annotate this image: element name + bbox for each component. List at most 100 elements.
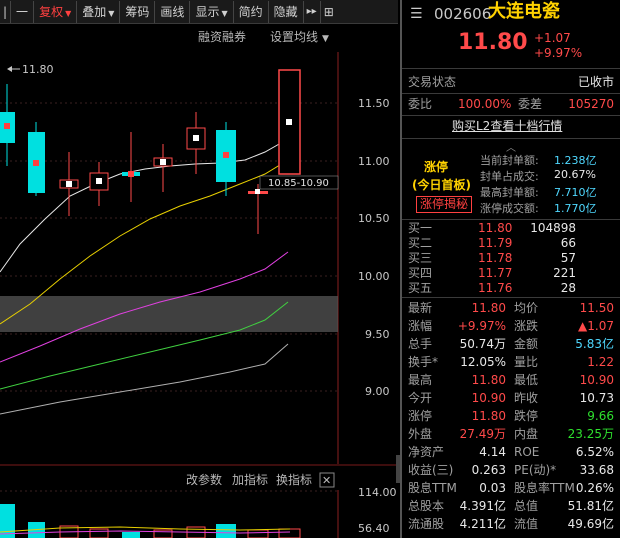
simple-button[interactable]: 简约	[234, 0, 269, 23]
stat-row: 最新 11.80 均价 11.50	[402, 300, 620, 317]
stat-label: 最低	[514, 373, 539, 387]
candle-marker	[223, 152, 229, 158]
stat-value: 11.80	[471, 301, 506, 315]
stat-label: 收益(三)	[408, 463, 454, 477]
price-change-pct: +9.97%	[534, 46, 583, 60]
limit-up-block: 涨停 (今日首板) 涨停揭秘 当前封单额: 1.238亿 封单占成交: 20.67%…	[402, 150, 620, 218]
add-indicator-link[interactable]: 加指标	[232, 472, 268, 487]
price-axis-labels: 11.50 11.00 10.50 10.00 9.50 9.00	[358, 97, 390, 398]
stat-label: 涨停	[408, 409, 433, 423]
switch-indicator-link[interactable]: 换指标	[276, 472, 312, 487]
adjust-right-button[interactable]: 复权 ▼	[34, 0, 78, 23]
stat-row: 涨幅 +9.97% 涨跌 ▲1.07	[402, 318, 620, 335]
stat-row: 最高 11.80 最低 10.90	[402, 372, 620, 389]
bid-label: 买五	[408, 281, 433, 295]
order-ratio-value: 100.00%	[458, 97, 512, 111]
stat-label: 涨跌	[514, 319, 539, 333]
stat-value: ▲1.07	[578, 319, 614, 333]
change-params-link[interactable]: 改参数	[186, 472, 222, 487]
stat-label: 流值	[514, 517, 539, 531]
close-icon[interactable]: ✕	[322, 474, 331, 487]
price-zone-band	[0, 296, 338, 332]
stat-row: 换手* 12.05% 量比 1.22	[402, 354, 620, 371]
last-price: 11.80	[458, 30, 528, 55]
limit-stat-value: 1.770亿	[554, 202, 597, 215]
price-range-tag: 10.85-10.90	[259, 175, 339, 190]
order-ratio-row: 委比 100.00% 委差 105270	[402, 96, 620, 113]
stat-label: 内盘	[514, 427, 539, 441]
trade-status-row: 交易状态 已收市	[402, 74, 620, 91]
display-label: 显示	[195, 4, 220, 19]
price-tick: 10.50	[358, 212, 390, 225]
bid-row: 买五 11.76 28	[402, 280, 620, 297]
stat-value: 1.22	[587, 355, 614, 369]
window-button[interactable]: ⊞	[321, 1, 337, 23]
limit-up-reveal-button[interactable]: 涨停揭秘	[416, 196, 473, 213]
stat-value: 0.03	[479, 481, 506, 495]
candle-marker	[255, 189, 260, 194]
stat-value: 50.74万	[459, 337, 506, 351]
menu-icon[interactable]: ☰	[410, 6, 423, 23]
bid-book: 买一 11.80 104898 买二 11.79 66 买三 11.78 57 买四 11.7…	[402, 220, 620, 296]
stat-label: 股息TTM	[408, 481, 457, 495]
expand-right-button[interactable]: ▸▸	[304, 0, 321, 23]
limit-stat-label: 当前封单额:	[480, 154, 539, 167]
stock-code: 002606	[434, 5, 492, 23]
candles	[0, 69, 301, 234]
adjust-right-label: 复权	[39, 4, 64, 19]
kline-chart[interactable]: 融资融券 设置均线 ▼ 11.80 10.85-10.90 11.50 11.0…	[0, 24, 398, 538]
stat-label: 金额	[514, 337, 539, 351]
ma-settings-link[interactable]: 设置均线	[270, 30, 318, 44]
stat-value: +9.97%	[457, 319, 506, 333]
stock-header: ☰ 002606 大连电瓷	[402, 3, 620, 28]
chips-button[interactable]: 筹码	[120, 0, 156, 23]
stat-label: 净资产	[408, 445, 445, 459]
candle-marker	[286, 119, 292, 125]
stat-label: 昨收	[514, 391, 539, 405]
collapse-button[interactable]: 一	[11, 0, 35, 23]
limit-stat-value: 20.67%	[554, 168, 596, 181]
margin-trading-link[interactable]: 融资融券	[198, 29, 246, 44]
stat-label: 均价	[514, 301, 539, 315]
order-diff-label: 委差	[518, 97, 543, 111]
hide-button[interactable]: 隐藏	[269, 0, 304, 23]
overlay-label: 叠加	[82, 4, 107, 19]
stat-value: 49.69亿	[567, 517, 614, 531]
stat-label: 量比	[514, 355, 539, 369]
draw-line-button[interactable]: 画线	[155, 0, 191, 23]
stat-value: 10.90	[471, 391, 506, 405]
stat-value: 4.211亿	[459, 517, 506, 531]
stat-value: 9.66	[587, 409, 614, 423]
stat-label: 换手*	[408, 355, 439, 369]
high-price-marker: 11.80	[7, 63, 54, 76]
stat-label: 股息率TTM	[514, 481, 575, 495]
quote-panel: ☰ 002606 大连电瓷 11.80 +1.07 +9.97% 交易状态 已收…	[400, 0, 620, 538]
price-tick: 9.00	[365, 385, 390, 398]
stat-label: 今开	[408, 391, 433, 405]
limit-stat-value: 7.710亿	[554, 186, 597, 199]
toolbar-divider: |	[0, 0, 12, 23]
limit-stat-label: 最高封单额:	[480, 186, 539, 199]
bid-price: 11.76	[478, 281, 513, 295]
stat-value: 0.26%	[575, 481, 614, 495]
l2-purchase-link[interactable]: 购买L2查看十档行情	[452, 118, 562, 135]
chevron-down-icon[interactable]: ▼	[322, 34, 329, 44]
overlay-button[interactable]: 叠加 ▼	[77, 0, 121, 23]
stat-label: 总股本	[408, 499, 445, 513]
stat-label: 跌停	[514, 409, 539, 423]
candle-marker	[33, 160, 39, 166]
stat-value: 4.14	[479, 445, 506, 459]
display-button[interactable]: 显示 ▼	[190, 0, 234, 23]
chevron-down-icon: ▼	[108, 8, 115, 18]
price-block: 11.80 +1.07 +9.97%	[402, 30, 620, 62]
limit-stat-label: 涨停成交额:	[480, 202, 539, 215]
stat-label: PE(动)*	[514, 463, 557, 477]
stat-value: 11.80	[471, 373, 506, 387]
svg-text:11.80: 11.80	[22, 63, 54, 76]
chevron-down-icon: ▼	[65, 8, 72, 18]
stat-value: 10.90	[579, 373, 614, 387]
order-diff-value: 105270	[568, 97, 614, 111]
candle-marker	[96, 178, 102, 184]
ma-line-gray	[0, 343, 289, 415]
stat-value: 6.52%	[575, 445, 614, 459]
